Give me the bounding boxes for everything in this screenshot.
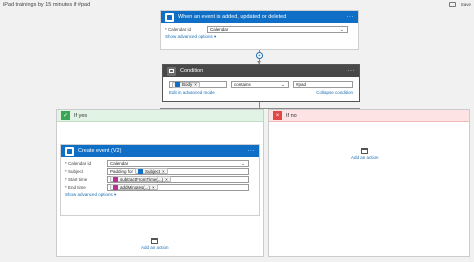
calendar-id-label: * Calendar id [65,160,92,166]
save-button[interactable]: Save [461,2,471,7]
if-no-branch: × If no Add an action [268,109,470,257]
body-token-label: Body [182,82,193,87]
add-action-label: Add an action [141,245,169,250]
outlook-icon [175,82,180,87]
condition-card[interactable]: Condition ··· Body × contains ⌄ #pad Edi… [162,64,360,102]
condition-value-input[interactable]: #pad [293,81,353,88]
top-toolbar: Save [448,2,471,7]
end-time-token[interactable]: addMinutes(...) × [110,184,158,190]
trigger-card[interactable]: When an event is added, updated or delet… [160,10,359,50]
end-time-row: * End time addMinutes(...) × [65,183,259,191]
save-icon[interactable] [448,2,456,7]
add-action-button[interactable]: Add an action [351,148,379,160]
start-time-input[interactable]: subtractFromTime(...) × [107,175,249,183]
show-advanced-options-link[interactable]: Show advanced options ▾ [165,34,216,40]
close-icon: × [273,111,282,120]
remove-token-icon[interactable]: × [165,177,168,182]
more-options-icon[interactable]: ··· [248,148,256,154]
create-event-advanced-row: Show advanced options ▾ [65,191,259,199]
if-no-title: If no [286,112,297,119]
chevron-down-icon: ⌄ [280,82,285,88]
trigger-header[interactable]: When an event is added, updated or delet… [161,11,358,23]
more-options-icon[interactable]: ··· [348,68,356,74]
if-yes-title: If yes [74,112,88,119]
outlook-icon [165,12,174,22]
calendar-id-select[interactable]: Calendar ⌄ [207,25,348,33]
start-time-label: * Start time [65,176,88,182]
end-time-token-label: addMinutes(...) [120,184,151,190]
calendar-id-select[interactable]: Calendar ⌄ [107,159,249,167]
body-token[interactable]: Body × [172,81,200,88]
outlook-icon [138,168,144,174]
add-action-icon [361,148,369,154]
if-yes-header[interactable]: ✓ If yes [57,110,263,122]
condition-links: Edit in advanced mode Collapse condition [169,90,353,95]
create-event-header[interactable]: Create event (V2) ··· [61,145,259,157]
calendar-id-value: Calendar [110,160,129,166]
edit-advanced-mode-link[interactable]: Edit in advanced mode [169,90,215,95]
remove-token-icon[interactable]: × [162,169,165,174]
flow-title: iPad trainings by 15 minutes if #pad [3,2,91,8]
start-time-row: * Start time subtractFromTime(...) × [65,175,259,183]
trigger-calendar-row: * Calendar id Calendar ⌄ [165,25,358,33]
condition-title: Condition [180,68,204,74]
condition-operator-select[interactable]: contains ⌄ [231,81,289,88]
calendar-id-row: * Calendar id Calendar ⌄ [65,159,259,167]
create-event-title: Create event (V2) [78,148,122,154]
end-time-input[interactable]: addMinutes(...) × [107,183,249,191]
checkmark-icon: ✓ [61,111,70,120]
remove-token-icon[interactable]: × [194,82,197,87]
trigger-title: When an event is added, updated or delet… [178,14,287,20]
if-no-header[interactable]: × If no [269,110,469,122]
condition-value: #pad [296,82,307,87]
insert-step-button[interactable]: + [256,52,263,59]
if-yes-branch: ✓ If yes Create event (V2) ··· * Calenda… [56,109,264,257]
expression-icon [113,184,118,190]
condition-left-operand[interactable]: Body × [169,81,227,88]
add-action-label: Add an action [351,155,379,160]
condition-row: Body × contains ⌄ #pad [169,81,359,88]
remove-token-icon[interactable]: × [152,185,155,190]
subject-prefix-text: Padding for [110,168,134,174]
expression-icon [113,176,118,182]
start-time-token-label: subtractFromTime(...) [120,176,164,182]
subject-input[interactable]: Padding for Subject × [107,167,249,175]
add-action-icon [151,238,159,244]
end-time-label: * End time [65,184,86,190]
add-action-button[interactable]: Add an action [141,238,169,250]
condition-icon [167,66,176,76]
show-advanced-options-link[interactable]: Show advanced options ▾ [65,192,116,198]
subject-token-label: Subject [145,168,161,174]
calendar-id-value: Calendar [210,26,229,32]
more-options-icon[interactable]: ··· [347,14,355,20]
chevron-down-icon: ⌄ [339,26,344,33]
calendar-id-label: * Calendar id [165,26,192,32]
subject-token[interactable]: Subject × [135,168,168,174]
subject-row: * Subject Padding for Subject × [65,167,259,175]
start-time-token[interactable]: subtractFromTime(...) × [110,176,171,182]
chevron-down-icon: ⌄ [240,160,245,167]
trigger-advanced-row: Show advanced options ▾ [165,33,358,41]
condition-header[interactable]: Condition ··· [163,65,359,77]
condition-operator-value: contains [234,82,251,87]
outlook-icon [65,146,74,156]
subject-label: * Subject [65,168,84,174]
collapse-condition-link[interactable]: Collapse condition [316,90,353,95]
create-event-card[interactable]: Create event (V2) ··· * Calendar id Cale… [60,144,260,216]
